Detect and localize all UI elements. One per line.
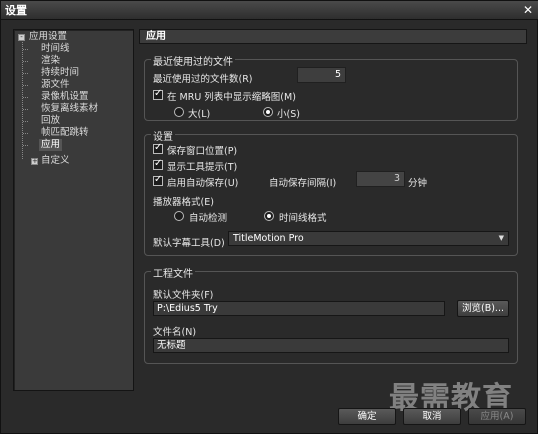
tree-connector xyxy=(23,97,28,98)
tree-connector xyxy=(23,73,28,74)
autosave-label: 启用自动保存(U) xyxy=(167,178,239,189)
window-title: 设置 xyxy=(5,4,27,17)
player-timeline-format-radio[interactable] xyxy=(264,211,274,221)
subtitle-tool-value: TitleMotion Pro xyxy=(233,233,304,244)
default-folder-input[interactable]: P:\Edius5 Try xyxy=(153,301,445,316)
show-tooltips-label: 显示工具提示(T) xyxy=(167,162,238,173)
close-icon[interactable]: ✕ xyxy=(521,3,535,17)
show-tooltips-checkbox[interactable] xyxy=(153,158,163,170)
tree-item-deck-settings[interactable]: 录像机设置 xyxy=(41,91,89,103)
mru-thumbnail-checkbox[interactable] xyxy=(153,88,163,100)
autosave-interval-input[interactable]: 3 xyxy=(356,171,405,187)
recent-files-legend: 最近使用过的文件 xyxy=(151,53,235,68)
tree-connector xyxy=(23,145,28,146)
default-folder-label: 默认文件夹(F) xyxy=(153,290,214,301)
mru-thumbnail-label: 在 MRU 列表中显示缩略图(M) xyxy=(167,92,296,103)
apply-button[interactable]: 应用(A) xyxy=(468,408,526,425)
recent-count-label: 最近使用过的文件数(R) xyxy=(153,74,253,85)
settings-legend: 设置 xyxy=(151,128,175,143)
tree-item-restore-offline[interactable]: 恢复离线素材 xyxy=(41,103,98,115)
tree-item-render[interactable]: 渲染 xyxy=(41,55,60,67)
expand-icon[interactable]: + xyxy=(31,158,38,165)
tree-connector xyxy=(23,61,28,62)
browse-button[interactable]: 浏览(B)... xyxy=(457,300,509,317)
autosave-interval-label: 自动保存间隔(I) xyxy=(269,178,337,189)
player-format-label: 播放器格式(E) xyxy=(153,197,214,208)
collapse-icon[interactable]: - xyxy=(18,34,25,41)
tree-item-source-file[interactable]: 源文件 xyxy=(41,79,70,91)
recent-count-input[interactable]: 5 xyxy=(297,67,346,83)
save-window-pos-checkbox[interactable] xyxy=(153,142,163,154)
subtitle-tool-label: 默认字幕工具(D) xyxy=(153,238,225,249)
player-auto-detect-label: 自动检测 xyxy=(189,213,228,224)
settings-dialog: 设置 ✕ - 应用设置 时间线 渲染 持续时间 源文件 录像机设置 恢复离线素材… xyxy=(0,0,538,434)
autosave-checkbox[interactable] xyxy=(153,174,163,186)
subtitle-tool-select[interactable]: TitleMotion Pro ▼ xyxy=(228,231,509,246)
panel-title: 应用 xyxy=(139,29,527,44)
autosave-unit-label: 分钟 xyxy=(408,178,428,189)
tree-connector xyxy=(23,49,28,50)
thumb-size-small-radio[interactable] xyxy=(263,107,273,117)
tree-connector xyxy=(23,85,28,86)
filename-input[interactable]: 无标题 xyxy=(153,338,509,353)
filename-label: 文件名(N) xyxy=(153,327,197,338)
tree-item-playback[interactable]: 回放 xyxy=(41,115,60,127)
project-files-legend: 工程文件 xyxy=(151,265,195,280)
player-timeline-format-label: 时间线格式 xyxy=(279,213,327,224)
tree-connector xyxy=(22,42,23,159)
tree-connector xyxy=(23,133,28,134)
tree-item-custom[interactable]: 自定义 xyxy=(41,155,70,167)
thumb-size-large-label: 大(L) xyxy=(188,109,211,120)
title-bar: 设置 ✕ xyxy=(1,1,538,20)
ok-button[interactable]: 确定 xyxy=(338,408,396,425)
player-auto-detect-radio[interactable] xyxy=(174,211,184,221)
chevron-down-icon: ▼ xyxy=(498,234,504,242)
save-window-pos-label: 保存窗口位置(P) xyxy=(167,146,238,157)
thumb-size-large-radio[interactable] xyxy=(174,107,184,117)
tree-item-match-frame[interactable]: 帧匹配跳转 xyxy=(41,127,89,139)
tree-item-app-settings[interactable]: 应用设置 xyxy=(29,31,67,43)
tree-item-timeline[interactable]: 时间线 xyxy=(41,43,70,55)
cancel-button[interactable]: 取消 xyxy=(403,408,461,425)
tree-item-duration[interactable]: 持续时间 xyxy=(41,67,79,79)
tree-connector xyxy=(23,121,28,122)
tree-item-application[interactable]: 应用 xyxy=(39,139,63,151)
tree-connector xyxy=(23,109,28,110)
thumb-size-small-label: 小(S) xyxy=(277,109,300,120)
settings-tree: - 应用设置 时间线 渲染 持续时间 源文件 录像机设置 恢复离线素材 回放 帧… xyxy=(13,29,134,391)
